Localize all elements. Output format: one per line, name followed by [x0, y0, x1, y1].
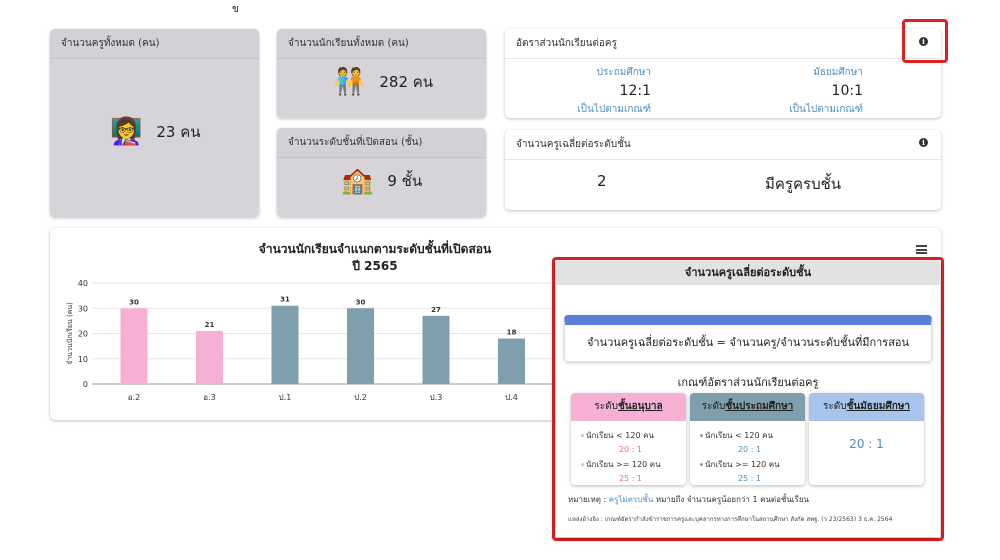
note-link[interactable]: ครูไม่ครบชั้น — [609, 495, 654, 504]
students-value: 282 คน — [379, 73, 434, 91]
students-stat: 🧑‍🤝‍🧑 282 คน — [333, 69, 433, 95]
y-tick-label: 40 — [78, 279, 88, 288]
criteria-title: เกณฑ์อัตราส่วนนักเรียนต่อครู — [677, 376, 819, 389]
ratio-secondary: มัธยมศึกษา 10:1 เป็นไปตามเกณฑ์ — [789, 65, 863, 117]
ratio-card: อัตราส่วนนักเรียนต่อครู ประถมศึกษา 12:1 … — [505, 29, 941, 118]
x-tick-label: อ.3 — [203, 393, 215, 402]
note-prefix: หมายเหตุ : — [568, 495, 607, 504]
ratio-secondary-status: เป็นไปตามเกณฑ์ — [789, 104, 863, 115]
primary-header: ระดับชั้นประถมศึกษา — [690, 393, 805, 421]
avg-info-icon[interactable]: i — [919, 138, 928, 147]
x-tick-label: ป.4 — [505, 393, 518, 402]
data-label: 27 — [431, 306, 441, 314]
ratio-primary-label: ประถมศึกษา — [596, 67, 651, 78]
bar — [347, 308, 374, 384]
primary-row-large: นักเรียน >= 120 คน — [700, 458, 799, 471]
y-tick-label: 10 — [78, 355, 88, 364]
criteria-kindergarten: ระดับชั้นอนุบาล นักเรียน < 120 คน 20 : 1… — [571, 393, 686, 485]
modal-title: จำนวนครูเฉลี่ยต่อระดับชั้น — [556, 261, 940, 285]
secondary-level: ชั้นมัธยมศึกษา — [846, 401, 910, 412]
y-tick-label: 20 — [78, 330, 88, 339]
students-icon: 🧑‍🤝‍🧑 — [333, 67, 366, 97]
data-label: 21 — [205, 321, 215, 329]
primary-prefix: ระดับ — [701, 401, 726, 412]
y-tick-label: 0 — [83, 380, 88, 389]
ratio-secondary-label: มัธยมศึกษา — [813, 67, 863, 78]
secondary-value: 20 : 1 — [849, 437, 884, 451]
secondary-header: ระดับชั้นมัธยมศึกษา — [809, 393, 924, 421]
data-label: 18 — [507, 329, 517, 337]
criteria-primary: ระดับชั้นประถมศึกษา นักเรียน < 120 คน 20… — [690, 393, 805, 485]
info-icon-highlight — [902, 19, 948, 63]
primary-val2: 25 : 1 — [737, 474, 762, 483]
ratio-primary-status: เป็นไปตามเกณฑ์ — [577, 104, 651, 115]
secondary-prefix: ระดับ — [823, 401, 847, 412]
teacher-icon: 👩‍🏫 — [110, 117, 143, 147]
primary-row1-text: นักเรียน < 120 คน — [705, 431, 773, 440]
x-tick-label: ป.3 — [430, 393, 443, 402]
bar — [498, 338, 525, 384]
kindergarten-header: ระดับชั้นอนุบาล — [571, 393, 686, 421]
note-suffix: หมายถึง จำนวนครูน้อยกว่า 1 คนต่อชั้นเรีย… — [655, 495, 809, 504]
ratio-primary: ประถมศึกษา 12:1 เป็นไปตามเกณฑ์ — [577, 65, 651, 117]
bar — [196, 330, 223, 384]
dashboard-page: จำนวนครูทั้งหมด (คน) 👩‍🏫 23 คน จำนวนนักเ… — [0, 0, 1000, 560]
peek-label-left: ข — [232, 4, 239, 15]
levels-card-title: จำนวนระดับชั้นที่เปิดสอน (ชั้น) — [277, 128, 486, 158]
primary-row-small: นักเรียน < 120 คน — [700, 429, 799, 442]
kindergarten-level: ชั้นอนุบาล — [618, 401, 663, 412]
kindergarten-row-small: นักเรียน < 120 คน — [581, 429, 680, 442]
teachers-stat: 👩‍🏫 23 คน — [110, 119, 201, 145]
teachers-card-title: จำนวนครูทั้งหมด (คน) — [50, 29, 259, 59]
ratio-primary-value: 12:1 — [619, 83, 651, 99]
modal-note: หมายเหตุ : ครูไม่ครบชั้น หมายถึง จำนวนคร… — [568, 493, 809, 506]
kindergarten-row2-text: นักเรียน >= 120 คน — [586, 460, 661, 469]
bar — [271, 305, 299, 384]
x-tick-label: อ.2 — [128, 393, 140, 402]
students-card-title: จำนวนนักเรียนทั้งหมด (คน) — [277, 29, 486, 59]
data-label: 30 — [356, 298, 366, 306]
levels-stat: 🏫 9 ชั้น — [341, 168, 422, 194]
data-label: 31 — [280, 296, 290, 304]
avg-teacher-card: จำนวนครูเฉลี่ยต่อระดับชั้น 2 มีครูครบชั้… — [505, 130, 941, 210]
x-tick-label: ป.1 — [279, 393, 292, 402]
ratio-secondary-value: 10:1 — [831, 83, 863, 99]
modal-reference: แหล่งอ้างอิง : เกณฑ์อัตรากำลังข้าราชการค… — [568, 516, 893, 523]
kindergarten-row-large: นักเรียน >= 120 คน — [581, 458, 680, 471]
avg-teacher-card-title: จำนวนครูเฉลี่ยต่อระดับชั้น — [505, 130, 941, 160]
ratio-card-title: อัตราส่วนนักเรียนต่อครู — [505, 29, 941, 59]
teachers-card: จำนวนครูทั้งหมด (คน) 👩‍🏫 23 คน — [50, 29, 259, 217]
data-label: 30 — [129, 298, 139, 306]
levels-card: จำนวนระดับชั้นที่เปิดสอน (ชั้น) 🏫 9 ชั้น — [277, 128, 486, 217]
primary-val1: 20 : 1 — [737, 445, 762, 454]
formula-box: จำนวนครูเฉลี่ยต่อระดับชั้น = จำนวนครู/จำ… — [564, 315, 932, 362]
x-tick-label: ป.2 — [354, 393, 367, 402]
bar — [422, 315, 450, 384]
levels-value: 9 ชั้น — [387, 172, 423, 190]
avg-teacher-status: มีครูครบชั้น — [765, 175, 842, 193]
classroom-icon: 🏫 — [341, 166, 374, 196]
avg-teacher-value: 2 — [597, 172, 607, 190]
y-axis-label: จำนวนนักเรียน (คน) — [66, 302, 74, 365]
kindergarten-body: นักเรียน < 120 คน 20 : 1 นักเรียน >= 120… — [571, 421, 686, 483]
primary-level: ชั้นประถมศึกษา — [725, 401, 794, 412]
students-card: จำนวนนักเรียนทั้งหมด (คน) 🧑‍🤝‍🧑 282 คน — [277, 29, 486, 118]
kindergarten-row1-text: นักเรียน < 120 คน — [586, 431, 654, 440]
kindergarten-val2: 25 : 1 — [618, 474, 643, 483]
kindergarten-prefix: ระดับ — [594, 401, 619, 412]
kindergarten-val1: 20 : 1 — [618, 445, 643, 454]
primary-body: นักเรียน < 120 คน 20 : 1 นักเรียน >= 120… — [690, 421, 805, 483]
bar — [120, 308, 148, 384]
info-modal: จำนวนครูเฉลี่ยต่อระดับชั้น จำนวนครูเฉลี่… — [556, 261, 940, 537]
primary-row2-text: นักเรียน >= 120 คน — [705, 460, 780, 469]
criteria-secondary: ระดับชั้นมัธยมศึกษา 20 : 1 — [809, 393, 924, 485]
teachers-value: 23 คน — [156, 123, 201, 141]
y-tick-label: 30 — [78, 304, 88, 313]
